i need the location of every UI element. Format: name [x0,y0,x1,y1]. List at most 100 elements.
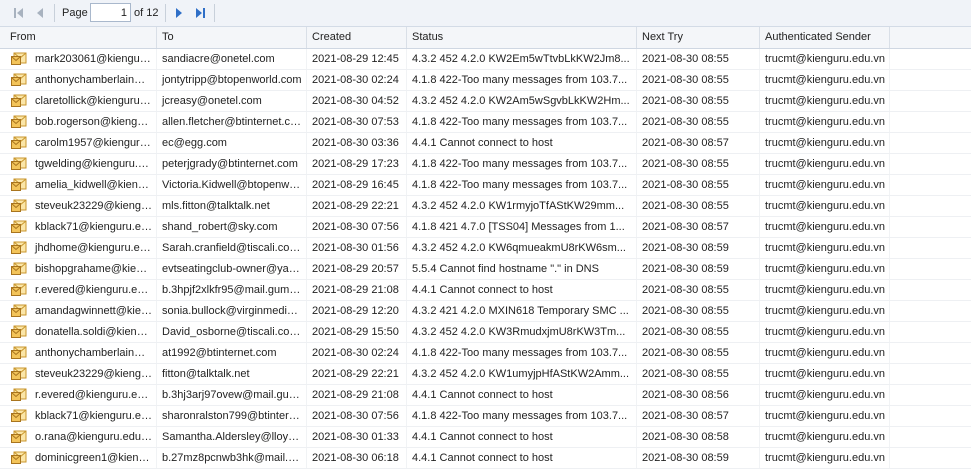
cell-authenticated-sender: trucmt@kienguru.edu.vn [760,238,890,258]
cell-status: 4.3.2 452 4.2.0 KW1rmyjoTfAStKW29mm... [407,196,637,216]
table-row[interactable]: donatella.soldi@kienguru.edu.vnDavid_osb… [0,322,971,343]
table-row[interactable]: amelia_kidwell@kienguru.edu.vnVictoria.K… [0,175,971,196]
toolbar-separator [54,4,55,22]
table-row[interactable]: anthonychamberlain@kienguru.edu.vnat1992… [0,343,971,364]
cell-created: 2021-08-29 22:21 [307,196,407,216]
table-row[interactable]: mark203061@kienguru.edu.vnsandiacre@onet… [0,49,971,70]
cell-next-try: 2021-08-30 08:55 [637,364,760,384]
page-label: Page [62,7,88,19]
table-row[interactable]: amandagwinnett@kienguru.edu.vnsonia.bull… [0,301,971,322]
mail-queue-grid: mark203061@kienguru.edu.vnsandiacre@onet… [0,49,971,470]
first-page-icon[interactable] [11,5,27,21]
cell-from: bob.rogerson@kienguru.edu.vn [5,112,157,132]
cell-created: 2021-08-30 01:33 [307,427,407,447]
last-page-icon[interactable] [192,5,208,21]
cell-authenticated-sender: trucmt@kienguru.edu.vn [760,301,890,321]
table-row[interactable]: steveuk23229@kienguru.edu.vnmls.fitton@t… [0,196,971,217]
cell-to: peterjgrady@btinternet.com [157,154,307,174]
column-header-created[interactable]: Created [307,27,407,48]
cell-next-try: 2021-08-30 08:57 [637,133,760,153]
cell-from: bishopgrahame@kienguru.edu.vn [5,259,157,279]
cell-authenticated-sender: trucmt@kienguru.edu.vn [760,448,890,468]
cell-created: 2021-08-30 02:24 [307,343,407,363]
cell-status: 4.3.2 452 4.2.0 KW2Em5wTtvbLkKW2Jm8... [407,49,637,69]
cell-created: 2021-08-30 07:56 [307,217,407,237]
table-row[interactable]: kblack71@kienguru.edu.vn sharonralston799… [0,406,971,427]
cell-authenticated-sender: trucmt@kienguru.edu.vn [760,112,890,132]
table-row[interactable]: r.evered@kienguru.edu.vn b.3hj3arj97ovew@… [0,385,971,406]
cell-next-try: 2021-08-30 08:55 [637,49,760,69]
cell-status: 4.4.1 Cannot connect to host [407,280,637,300]
cell-status: 4.1.8 422-Too many messages from 103.7..… [407,343,637,363]
page-number-input[interactable] [90,3,131,22]
cell-created: 2021-08-29 12:45 [307,49,407,69]
cell-authenticated-sender: trucmt@kienguru.edu.vn [760,49,890,69]
cell-to: at1992@btinternet.com [157,343,307,363]
cell-next-try: 2021-08-30 08:55 [637,154,760,174]
cell-created: 2021-08-29 21:08 [307,385,407,405]
cell-status: 4.1.8 422-Too many messages from 103.7..… [407,154,637,174]
cell-status: 4.1.8 422-Too many messages from 103.7..… [407,112,637,132]
table-row[interactable]: jhdhome@kienguru.edu.vn Sarah.cranfield@t… [0,238,971,259]
cell-status: 5.5.4 Cannot find hostname "." in DNS [407,259,637,279]
cell-from: r.evered@kienguru.edu.vn [5,385,157,405]
cell-from: carolm1957@kienguru.edu.vn [5,133,157,153]
table-row[interactable]: steveuk23229@kienguru.edu.vnfitton@talkt… [0,364,971,385]
cell-authenticated-sender: trucmt@kienguru.edu.vn [760,427,890,447]
cell-authenticated-sender: trucmt@kienguru.edu.vn [760,154,890,174]
cell-to: sharonralston799@btinternet.com [157,406,307,426]
cell-to: jcreasy@onetel.com [157,91,307,111]
table-row[interactable]: tgwelding@kienguru.edu.vnpeterjgrady@bti… [0,154,971,175]
column-header-to[interactable]: To [157,27,307,48]
cell-from: jhdhome@kienguru.edu.vn [5,238,157,258]
table-row[interactable]: o.rana@kienguru.edu.vn Samantha.Aldersley… [0,427,971,448]
cell-from: steveuk23229@kienguru.edu.vn [5,364,157,384]
cell-authenticated-sender: trucmt@kienguru.edu.vn [760,406,890,426]
next-page-icon[interactable] [171,5,187,21]
table-row[interactable]: r.evered@kienguru.edu.vn b.3hpjf2xlkfr95@… [0,280,971,301]
cell-to: allen.fletcher@btinternet.com [157,112,307,132]
table-row[interactable]: dominicgreen1@kienguru.edu.vnb.27mz8pcnw… [0,448,971,469]
cell-created: 2021-08-30 07:53 [307,112,407,132]
cell-authenticated-sender: trucmt@kienguru.edu.vn [760,217,890,237]
table-row[interactable]: bob.rogerson@kienguru.edu.vnallen.fletch… [0,112,971,133]
column-header-from[interactable]: From [5,27,157,48]
toolbar-separator [165,4,166,22]
cell-from: kblack71@kienguru.edu.vn [5,406,157,426]
cell-next-try: 2021-08-30 08:55 [637,91,760,111]
cell-to: b.3hpjf2xlkfr95@mail.gumtree.com [157,280,307,300]
cell-from: mark203061@kienguru.edu.vn [5,49,157,69]
column-header-authenticated-sender[interactable]: Authenticated Sender [760,27,890,48]
cell-next-try: 2021-08-30 08:55 [637,70,760,90]
table-row[interactable]: claretollick@kienguru.edu.vnjcreasy@onet… [0,91,971,112]
pagination-toolbar: Page of 12 [0,0,971,27]
cell-from: dominicgreen1@kienguru.edu.vn [5,448,157,468]
cell-created: 2021-08-30 06:18 [307,448,407,468]
page-count-label: of 12 [134,7,159,19]
grid-header: From To Created Status Next Try Authenti… [0,27,971,49]
cell-next-try: 2021-08-30 08:59 [637,259,760,279]
table-row[interactable]: bishopgrahame@kienguru.edu.vnevtseatingc… [0,259,971,280]
cell-created: 2021-08-29 12:20 [307,301,407,321]
table-row[interactable]: kblack71@kienguru.edu.vn shand_robert@sky… [0,217,971,238]
column-header-next-try[interactable]: Next Try [637,27,760,48]
cell-authenticated-sender: trucmt@kienguru.edu.vn [760,133,890,153]
cell-from: anthonychamberlain@kienguru.edu.vn [5,343,157,363]
cell-next-try: 2021-08-30 08:55 [637,175,760,195]
cell-created: 2021-08-29 21:08 [307,280,407,300]
cell-authenticated-sender: trucmt@kienguru.edu.vn [760,364,890,384]
cell-created: 2021-08-30 03:36 [307,133,407,153]
table-row[interactable]: anthonychamberlain@kienguru.edu.vnjontyt… [0,70,971,91]
cell-created: 2021-08-30 07:56 [307,406,407,426]
cell-authenticated-sender: trucmt@kienguru.edu.vn [760,175,890,195]
cell-created: 2021-08-29 20:57 [307,259,407,279]
cell-status: 4.3.2 421 4.2.0 MXIN618 Temporary SMC ..… [407,301,637,321]
cell-from: steveuk23229@kienguru.edu.vn [5,196,157,216]
cell-status: 4.4.1 Cannot connect to host [407,448,637,468]
cell-from: tgwelding@kienguru.edu.vn [5,154,157,174]
table-row[interactable]: carolm1957@kienguru.edu.vnec@egg.com2021… [0,133,971,154]
column-header-status[interactable]: Status [407,27,637,48]
previous-page-icon[interactable] [32,5,48,21]
cell-created: 2021-08-29 22:21 [307,364,407,384]
cell-next-try: 2021-08-30 08:55 [637,196,760,216]
